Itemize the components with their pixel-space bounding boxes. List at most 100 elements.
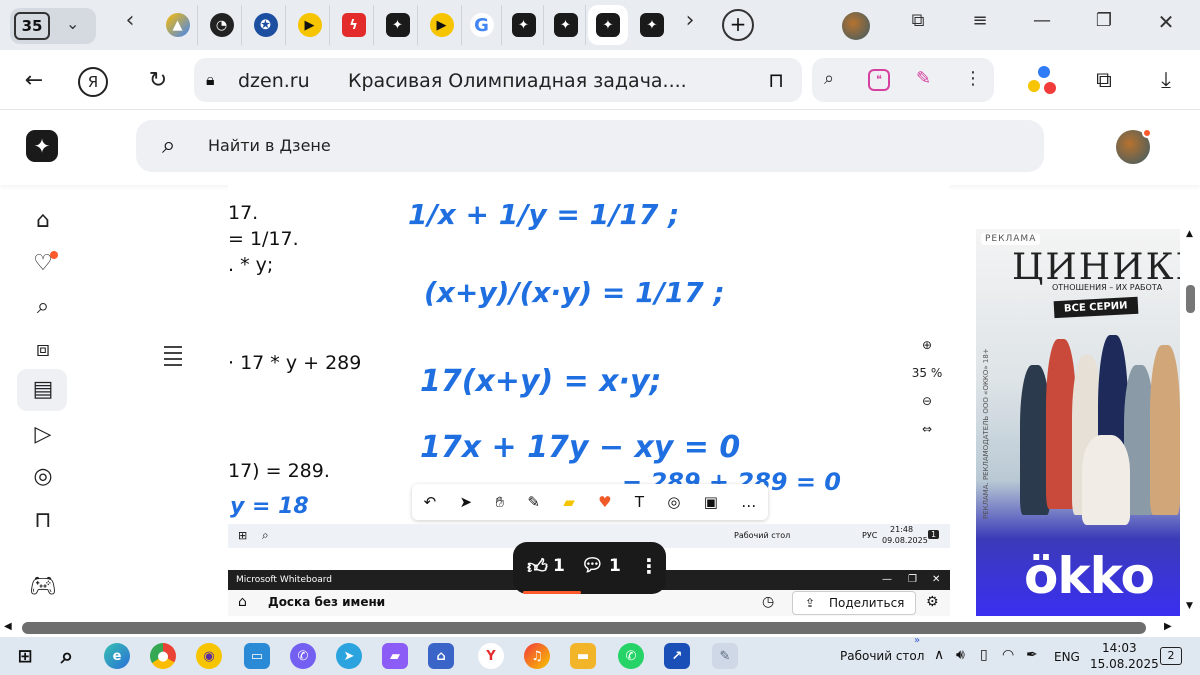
like-icon[interactable]: 👍︎ <box>527 554 548 579</box>
zoom-out-icon[interactable]: ⊖ <box>904 394 950 408</box>
yandex-browser-icon[interactable]: Y <box>478 643 504 669</box>
folder-icon[interactable]: ▬ <box>570 643 596 669</box>
tab-dzen[interactable]: ✦ <box>378 5 418 45</box>
collections-icon[interactable]: ⧉ <box>898 10 938 31</box>
chat-icon[interactable]: ◎ <box>26 460 60 494</box>
notification-badge[interactable]: 2 <box>1160 647 1182 665</box>
shorts-icon[interactable]: ⧈ <box>26 333 60 367</box>
vertical-scrollbar[interactable]: ▲ ▼ <box>1184 229 1198 613</box>
windows-start-icon[interactable]: ⊞ <box>12 643 38 669</box>
url-field[interactable]: 🔒︎ dzen.ru Красивая Олимпиадная задача..… <box>194 58 802 102</box>
dzen-search-input[interactable]: ⌕ Найти в Дзене <box>136 120 1044 172</box>
profile-avatar[interactable] <box>842 12 870 40</box>
browser-icon[interactable]: ◉ <box>196 643 222 669</box>
more-icon[interactable]: ⋮ <box>964 68 982 89</box>
extensions-icon[interactable]: ⧉ <box>1086 64 1122 100</box>
text-icon[interactable]: T <box>635 493 644 511</box>
vertical-scroll-thumb[interactable] <box>1186 285 1195 313</box>
dzen-logo-icon[interactable]: ✦ <box>26 130 58 162</box>
whiteboard-icon[interactable]: ↗ <box>664 643 690 669</box>
viber-icon[interactable]: ✆ <box>290 643 316 669</box>
reload-icon[interactable]: ↻ <box>140 64 176 100</box>
tab-count-button[interactable]: 35 ⌄ <box>10 8 96 44</box>
menu-icon[interactable]: ≡ <box>960 10 1000 31</box>
tab-play[interactable]: ▶ <box>290 5 330 45</box>
shapes-icon[interactable]: ◎ <box>667 493 680 511</box>
tab-google[interactable]: G <box>462 5 502 45</box>
scroll-right-icon[interactable]: ▶ <box>1164 621 1172 632</box>
scroll-left-icon[interactable]: ◀ <box>4 621 12 632</box>
forward-tabs-icon[interactable]: › <box>670 8 710 33</box>
minimize-icon[interactable]: — <box>1022 10 1062 31</box>
more-icon[interactable]: … <box>741 493 756 511</box>
restore-icon[interactable]: ❐ <box>1084 10 1124 31</box>
tab-gov[interactable]: ✪ <box>246 5 286 45</box>
music-icon[interactable]: ♫ <box>524 643 550 669</box>
bookmark-icon[interactable]: ⊓ <box>26 504 60 538</box>
zoom-in-icon[interactable]: ⊕ <box>904 338 950 352</box>
search-page-icon[interactable]: ⌕ <box>824 68 834 89</box>
pen-icon[interactable]: ✎ <box>527 493 540 511</box>
close-icon[interactable]: ✕ <box>1146 10 1186 34</box>
back-tabs-icon[interactable]: ‹ <box>110 8 150 33</box>
back-arrow-icon[interactable]: ← <box>16 64 52 100</box>
articles-icon[interactable]: ▤ <box>26 373 60 407</box>
ai-assistant-icon[interactable]: ✎ <box>916 68 931 89</box>
volume-icon[interactable]: 🔊︎ <box>956 647 965 663</box>
pen-icon[interactable]: ✒ <box>1026 647 1038 663</box>
scroll-down-icon[interactable]: ▼ <box>1186 601 1193 611</box>
comment-icon[interactable]: 💬︎ <box>581 555 604 576</box>
video-icon[interactable]: ▷ <box>26 418 60 452</box>
desktop-label[interactable]: Рабочий стол <box>840 649 924 663</box>
ad-banner[interactable]: РЕКЛАМА ЦИНИКИ ОТНОШЕНИЯ – ИХ РАБОТА ВСЕ… <box>976 229 1180 616</box>
tab-dzen-2[interactable]: ✦ <box>504 5 544 45</box>
tab-dzen-active[interactable]: ✦ <box>588 5 628 45</box>
tab-clock[interactable]: ◔ <box>202 5 242 45</box>
search-icon[interactable]: ⌕ <box>26 290 60 324</box>
dzen-icon: ✦ <box>640 13 664 37</box>
tab-ads[interactable]: ▲ <box>158 5 198 45</box>
network-icon[interactable]: ⌂ <box>428 643 454 669</box>
tab-power[interactable]: ϟ <box>334 5 374 45</box>
games-icon[interactable]: 🎮︎ <box>26 570 60 604</box>
yandex-icon[interactable]: Я <box>78 67 108 97</box>
wifi-icon[interactable]: ◠ <box>1002 647 1014 663</box>
tab-dzen-4[interactable]: ✦ <box>632 5 672 45</box>
clock-time[interactable]: 14:03 <box>1102 641 1137 655</box>
apps-icon[interactable] <box>1026 66 1058 96</box>
fit-icon[interactable]: ⇔ <box>904 422 950 436</box>
chevron-up-icon[interactable]: » <box>914 635 920 646</box>
pointer-icon[interactable]: ➤ <box>460 493 473 511</box>
home-icon[interactable]: ⌂ <box>26 204 60 238</box>
horizontal-scrollbar[interactable]: ◀ ▶ <box>0 620 1184 636</box>
templates-icon[interactable]: ▣ <box>704 493 718 511</box>
download-icon[interactable]: ⤓ <box>1148 64 1184 100</box>
language-indicator[interactable]: ENG <box>1054 650 1080 664</box>
sticky-note-icon[interactable]: ▰ <box>563 493 575 511</box>
bookmark-icon[interactable]: ⊓ <box>768 68 784 92</box>
undo-icon[interactable]: ↶ <box>424 493 437 511</box>
clock-date[interactable]: 15.08.2025 <box>1090 657 1159 671</box>
whatsapp-icon[interactable]: ✆ <box>618 643 644 669</box>
tab-dzen-3[interactable]: ✦ <box>546 5 586 45</box>
search-icon[interactable]: ⌕ <box>54 643 80 669</box>
more-icon[interactable]: ⋮ <box>639 554 659 578</box>
tab-play-2[interactable]: ▶ <box>422 5 462 45</box>
quote-icon[interactable]: ❝ <box>868 69 890 91</box>
battery-icon[interactable]: ▯ <box>980 647 988 663</box>
reaction-icon[interactable]: ♥ <box>598 493 611 511</box>
table-of-contents-icon[interactable] <box>164 342 182 382</box>
paint-icon[interactable]: ✎ <box>712 643 738 669</box>
ticket-icon[interactable]: ▰ <box>382 643 408 669</box>
hand-icon[interactable]: ✋︎ <box>495 493 504 511</box>
tray-overflow-icon[interactable]: ∧ <box>934 647 944 663</box>
new-tab-button[interactable]: + <box>722 9 754 41</box>
telegram-icon[interactable]: ➤ <box>336 643 362 669</box>
subscriptions-icon[interactable]: ♡ <box>26 247 60 281</box>
edge-icon[interactable]: e <box>104 643 130 669</box>
horizontal-scroll-thumb[interactable] <box>22 622 1146 634</box>
remote-icon[interactable]: ▭ <box>244 643 270 669</box>
scroll-up-icon[interactable]: ▲ <box>1186 229 1193 239</box>
chrome-icon[interactable]: ● <box>150 643 176 669</box>
user-avatar[interactable] <box>1116 128 1152 164</box>
